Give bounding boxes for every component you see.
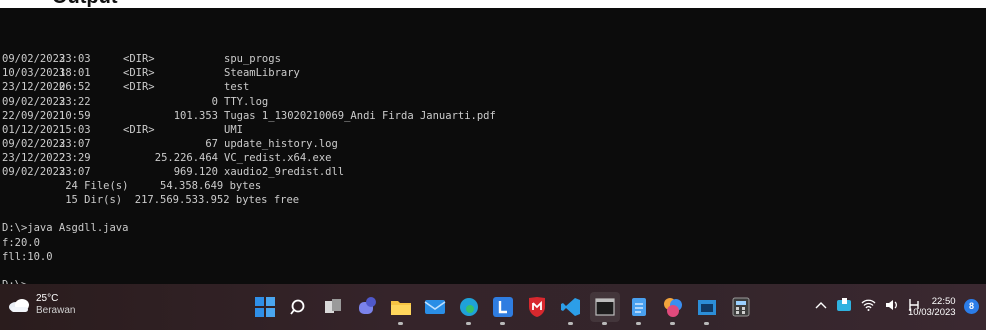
mcafee-shield-icon	[529, 297, 545, 317]
entry-time: 23:03	[59, 53, 91, 66]
clock-date: 10/03/2023	[908, 307, 956, 318]
entry-date: 09/02/2023	[2, 137, 66, 150]
entry-name: test	[224, 81, 250, 94]
console-dir-entry: 22/09/202110:59 101.353 Tugas 1_1302021006…	[2, 109, 496, 123]
entry-size: 25.226.464	[154, 151, 218, 164]
weather-temperature: 25°C	[36, 293, 59, 304]
console-dir-entry: 09/02/202323:07 67 update_history.log	[2, 137, 496, 151]
taskbar: 25°C Berawan 22:50 10/03/2023 8	[0, 284, 986, 330]
entry-time: 23:29	[59, 151, 91, 164]
clock-time: 22:50	[931, 296, 956, 307]
task-view-button[interactable]	[318, 292, 348, 322]
entry-size: 67	[205, 137, 218, 150]
entry-size: 0	[211, 95, 218, 108]
teams-chat-icon	[359, 297, 376, 314]
entry-time: 06:52	[59, 81, 91, 94]
clock[interactable]: 22:50 10/03/2023	[908, 296, 956, 318]
weather-condition: Berawan	[36, 305, 76, 316]
entry-time: 10:59	[59, 109, 91, 122]
search-icon	[290, 299, 305, 315]
search-button[interactable]	[284, 292, 314, 322]
entry-name: update_history.log	[224, 137, 338, 150]
entry-time: 18:01	[59, 67, 91, 80]
entry-name: spu_progs	[224, 53, 281, 66]
phone-link-icon[interactable]	[836, 298, 852, 312]
vscode-icon	[561, 298, 580, 316]
entry-date: 01/12/2021	[2, 123, 66, 136]
console-dir-entry: 01/12/202115:03 <DIR> UMI	[2, 123, 496, 137]
console-command: D:\>java Asgdll.java	[2, 222, 129, 235]
entry-date: 09/02/2023	[2, 53, 66, 66]
console-dir-entry: 09/02/202323:03 <DIR> spu_progs	[2, 52, 496, 66]
entry-dir-tag: <DIR>	[123, 81, 155, 94]
calculator-button[interactable]	[726, 292, 756, 322]
console-dir-entry: 10/03/202318:01 <DIR> SteamLibrary	[2, 66, 496, 80]
task-view-icon	[325, 299, 341, 313]
entry-date: 09/02/2023	[2, 166, 66, 179]
entry-date: 23/12/2022	[2, 151, 66, 164]
console-output-line: f:20.0	[2, 236, 40, 249]
console-dir-entry: 09/02/202323:07 969.120 xaudio2_9redist.dl…	[2, 165, 496, 179]
entry-name: xaudio2_9redist.dll	[224, 166, 345, 179]
chevron-up-icon[interactable]	[815, 301, 827, 309]
letter-l-app-icon	[493, 297, 513, 317]
volume-icon[interactable]	[885, 299, 899, 311]
mail-button[interactable]	[420, 292, 450, 322]
entry-dir-tag: <DIR>	[123, 67, 155, 80]
windows-icon	[255, 297, 275, 317]
console-dir-entry: 23/12/202206:52 <DIR> test	[2, 80, 496, 94]
entry-name: TTY.log	[224, 95, 269, 108]
entry-time: 23:07	[59, 137, 91, 150]
folder-icon	[391, 301, 411, 315]
summary-dirs: 15 Dir(s) 217.569.533.952 bytes free	[2, 194, 300, 207]
entry-size: 969.120	[173, 166, 218, 179]
entry-dir-tag: <DIR>	[123, 123, 155, 136]
entry-date: 09/02/2023	[2, 95, 66, 108]
entry-name: VC_redist.x64.exe	[224, 151, 332, 164]
console-output: 09/02/202323:03 <DIR> spu_progs 10/03/20231…	[2, 10, 496, 284]
vscode-button[interactable]	[556, 292, 586, 325]
mcafee-button[interactable]	[522, 292, 552, 322]
edge-button[interactable]	[454, 292, 484, 325]
summary-files: 24 File(s) 54.358.649 bytes	[2, 180, 262, 193]
terminal-icon	[595, 298, 615, 316]
calculator-icon	[732, 297, 750, 317]
start-button[interactable]	[250, 292, 280, 322]
mail-icon	[424, 300, 446, 314]
console-output-line: fll:10.0	[2, 250, 53, 263]
cloud-icon	[8, 298, 30, 312]
file-explorer-button[interactable]	[386, 292, 416, 325]
edge-icon	[460, 298, 478, 316]
entry-time: 23:07	[59, 166, 91, 179]
output-heading: Output	[0, 0, 986, 8]
entry-date: 23/12/2022	[2, 81, 66, 94]
entry-name: Tugas 1_13020210069_Andi Firda Januarti.…	[224, 109, 496, 122]
command-prompt-icon	[698, 300, 716, 315]
paint-icon	[664, 298, 682, 317]
weather-widget[interactable]: 25°C Berawan	[8, 293, 75, 317]
color-app-button[interactable]	[658, 292, 688, 325]
entry-time: 15:03	[59, 123, 91, 136]
entry-name: UMI	[224, 123, 243, 136]
notepad-icon	[632, 298, 646, 316]
cmd-button[interactable]	[692, 292, 722, 325]
console-dir-entry: 23/12/202223:29 25.226.464 VC_redist.x64.e…	[2, 151, 496, 165]
notepad-button[interactable]	[624, 292, 654, 325]
entry-date: 22/09/2021	[2, 109, 66, 122]
app-l-button[interactable]	[488, 292, 518, 325]
terminal-button[interactable]	[590, 292, 620, 325]
entry-size: 101.353	[173, 109, 218, 122]
notification-badge[interactable]: 8	[964, 299, 979, 314]
chat-button[interactable]	[352, 292, 382, 322]
wifi-icon[interactable]	[861, 299, 876, 311]
entry-name: SteamLibrary	[224, 67, 300, 80]
entry-date: 10/03/2023	[2, 67, 66, 80]
entry-dir-tag: <DIR>	[123, 53, 155, 66]
entry-time: 23:22	[59, 95, 91, 108]
console-window[interactable]: 09/02/202323:03 <DIR> spu_progs 10/03/20231…	[0, 8, 986, 284]
console-dir-entry: 09/02/202323:22 0 TTY.log	[2, 95, 496, 109]
